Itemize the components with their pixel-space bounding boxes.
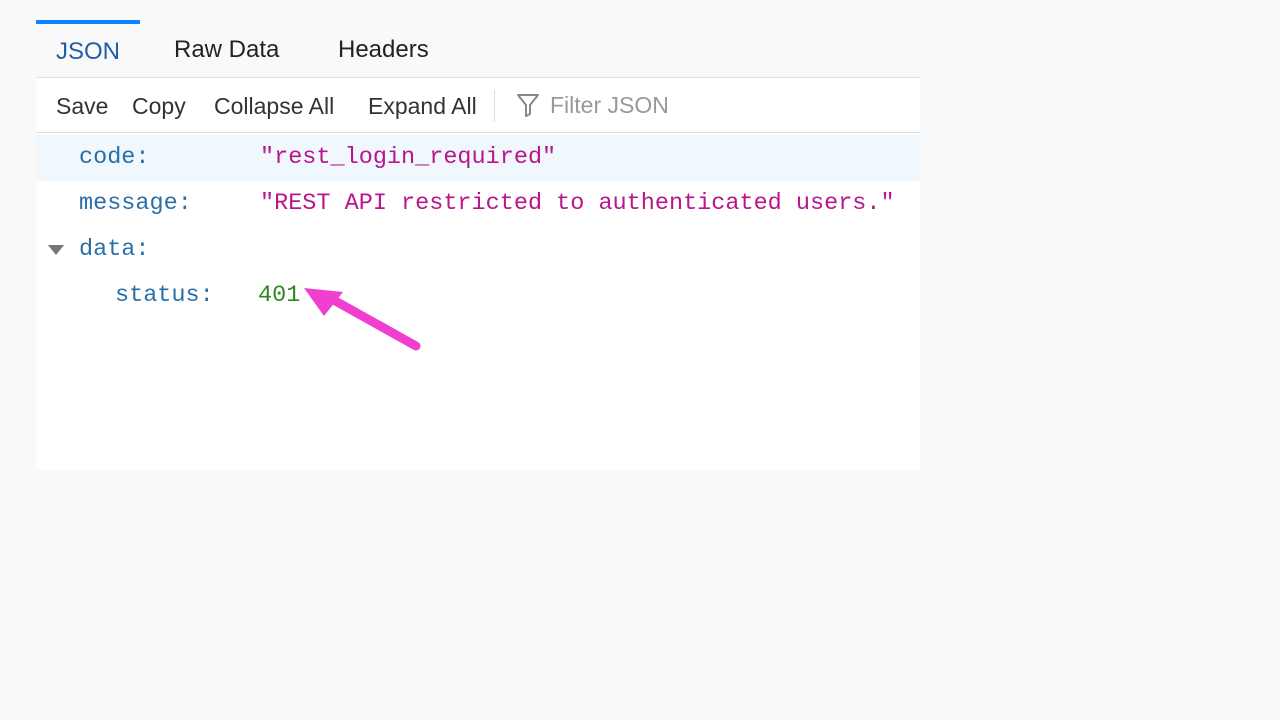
json-row-code[interactable]: code: "rest_login_required": [36, 135, 920, 181]
tab-raw-data[interactable]: Raw Data: [154, 20, 299, 77]
json-key: code:: [79, 144, 150, 171]
json-value: "REST API restricted to authenticated us…: [260, 190, 895, 217]
expand-all-button[interactable]: Expand All: [368, 78, 477, 134]
json-key: status:: [115, 282, 214, 309]
toolbar: Save Copy Collapse All Expand All: [36, 78, 920, 133]
tab-bar: JSON Raw Data Headers: [36, 20, 920, 78]
filter-icon: [517, 94, 539, 117]
filter-json-input[interactable]: [548, 90, 852, 120]
json-row-status[interactable]: status: 401: [36, 273, 920, 319]
toolbar-divider: [494, 90, 495, 122]
tab-headers[interactable]: Headers: [318, 20, 449, 77]
json-key: message:: [79, 190, 192, 217]
save-button[interactable]: Save: [56, 78, 108, 134]
tab-json[interactable]: JSON: [36, 20, 141, 81]
json-row-message[interactable]: message: "REST API restricted to authent…: [36, 181, 920, 227]
json-key: data:: [79, 236, 150, 263]
copy-button[interactable]: Copy: [132, 78, 186, 134]
expand-triangle-icon[interactable]: [48, 245, 64, 255]
json-row-data[interactable]: data:: [36, 227, 920, 273]
filter-box: [516, 78, 896, 132]
json-value: "rest_login_required": [260, 144, 557, 171]
json-viewer: JSON Raw Data Headers Save Copy Collapse…: [36, 20, 920, 470]
json-value: 401: [258, 282, 301, 309]
collapse-all-button[interactable]: Collapse All: [214, 78, 334, 134]
